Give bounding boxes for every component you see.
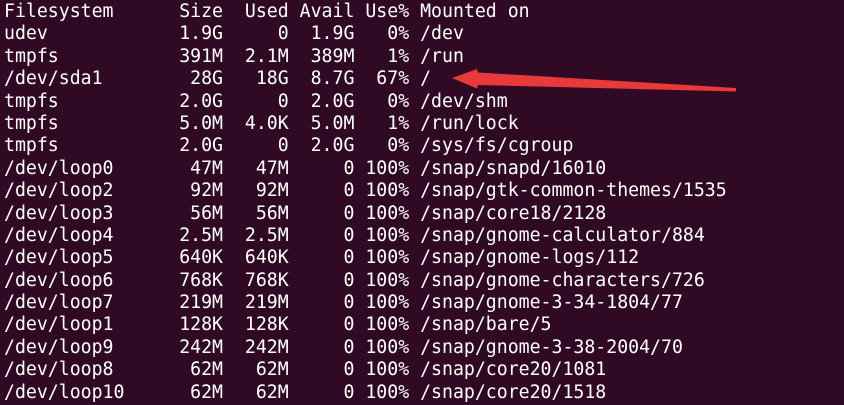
df-row-tmpfs-cgroup: tmpfs 2.0G 0 2.0G 0% /sys/fs/cgroup [4,135,574,157]
df-row-loop8: /dev/loop8 62M 62M 0 100% /snap/core20/1… [4,359,607,381]
df-row-loop6: /dev/loop6 768K 768K 0 100% /snap/gnome-… [4,269,705,291]
df-row-loop1: /dev/loop1 128K 128K 0 100% /snap/bare/5 [4,314,552,336]
df-row-loop9: /dev/loop9 242M 242M 0 100% /snap/gnome-… [4,336,683,358]
df-row-sda1: /dev/sda1 28G 18G 8.7G 67% / [4,68,432,90]
df-output: Filesystem Size Used Avail Use% Mounted … [4,1,727,404]
df-row-loop0: /dev/loop0 47M 47M 0 100% /snap/snapd/16… [4,157,607,179]
df-row-loop5: /dev/loop5 640K 640K 0 100% /snap/gnome-… [4,247,640,269]
df-row-tmpfs-lock: tmpfs 5.0M 4.0K 5.0M 1% /run/lock [4,112,519,134]
df-row-loop7: /dev/loop7 219M 219M 0 100% /snap/gnome-… [4,292,683,314]
df-row-tmpfs-shm: tmpfs 2.0G 0 2.0G 0% /dev/shm [4,90,508,112]
df-row-loop3: /dev/loop3 56M 56M 0 100% /snap/core18/2… [4,202,607,224]
df-row-loop10: /dev/loop10 62M 62M 0 100% /snap/core20/… [4,381,607,403]
df-row-udev: udev 1.9G 0 1.9G 0% /dev [4,23,464,45]
terminal-window[interactable]: Filesystem Size Used Avail Use% Mounted … [0,0,844,405]
df-row-loop2: /dev/loop2 92M 92M 0 100% /snap/gtk-comm… [4,180,727,202]
df-row-loop4: /dev/loop4 2.5M 2.5M 0 100% /snap/gnome-… [4,224,705,246]
df-row-tmpfs-run: tmpfs 391M 2.1M 389M 1% /run [4,45,464,67]
df-header-row: Filesystem Size Used Avail Use% Mounted … [4,1,530,22]
